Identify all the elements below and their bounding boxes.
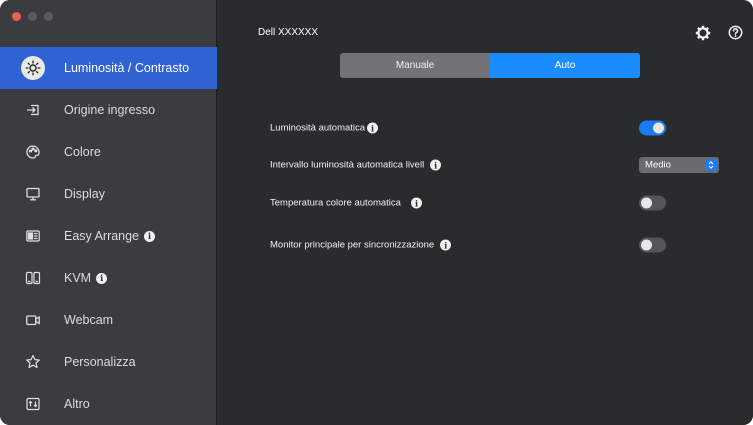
sidebar-item-label-group: KVM i xyxy=(64,271,108,285)
display-icon xyxy=(24,185,42,203)
select-value: Medio xyxy=(645,159,671,171)
toggle-knob xyxy=(653,122,664,134)
sidebar-item-brightness-contrast[interactable]: Luminosità / Contrasto xyxy=(0,47,217,89)
auto-brightness-label: Luminosità automatica xyxy=(270,122,366,134)
sidebar-item-label: Personalizza xyxy=(64,355,136,369)
auto-mode-button[interactable]: Auto xyxy=(490,53,640,78)
auto-color-temp-label-group: Temperatura colore automatica i xyxy=(270,197,422,209)
help-icon[interactable] xyxy=(728,25,743,40)
star-icon xyxy=(24,353,42,371)
sidebar-item-personalize[interactable]: Personalizza xyxy=(0,341,217,383)
auto-brightness-range-row: Intervallo luminosità automatica livell … xyxy=(270,155,720,175)
sidebar-item-input-source[interactable]: Origine ingresso xyxy=(0,89,217,131)
toggle-knob xyxy=(641,197,652,209)
main-panel: Dell XXXXXX Manuale Auto Luminosità auto… xyxy=(218,0,753,425)
sidebar-item-label: Display xyxy=(64,187,105,201)
auto-brightness-row: Luminosità automatica i xyxy=(270,118,720,138)
window-title: Dell XXXXXX xyxy=(258,27,319,38)
sidebar-item-label: Luminosità / Contrasto xyxy=(64,61,190,75)
primary-monitor-sync-toggle[interactable] xyxy=(639,237,666,253)
sidebar-item-easy-arrange[interactable]: Easy Arrange i xyxy=(0,215,217,257)
sidebar-item-other[interactable]: Altro xyxy=(0,383,217,425)
color-palette-icon xyxy=(24,143,42,161)
info-icon[interactable]: i xyxy=(440,239,452,251)
sidebar-item-label-group: Easy Arrange i xyxy=(64,229,156,243)
gear-icon[interactable] xyxy=(695,25,711,41)
sidebar-item-label: Altro xyxy=(64,397,90,411)
sidebar: Luminosità / Contrasto Origine ingresso xyxy=(0,0,217,425)
auto-brightness-label-group: Luminosità automatica i xyxy=(270,122,379,134)
sidebar-item-webcam[interactable]: Webcam xyxy=(0,299,217,341)
sidebar-item-label: Origine ingresso xyxy=(64,103,156,117)
other-icon xyxy=(24,395,42,413)
sidebar-item-display[interactable]: Display xyxy=(0,173,217,215)
easy-arrange-icon xyxy=(24,227,42,245)
sidebar-item-kvm[interactable]: KVM i xyxy=(0,257,217,299)
auto-brightness-toggle[interactable] xyxy=(639,120,666,136)
auto-brightness-range-label: Intervallo luminosità automatica livell xyxy=(270,159,425,171)
brightness-icon xyxy=(21,56,45,80)
minimize-window-button[interactable] xyxy=(28,12,37,21)
sidebar-item-label: Easy Arrange xyxy=(64,229,140,243)
auto-color-temp-label: Temperatura colore automatica xyxy=(270,197,401,209)
toggle-knob xyxy=(641,239,652,251)
info-icon[interactable]: i xyxy=(430,159,442,171)
primary-monitor-sync-label: Monitor principale per sincronizzazione xyxy=(270,239,435,251)
info-icon[interactable]: i xyxy=(410,197,422,209)
info-icon[interactable]: i xyxy=(367,122,379,134)
primary-monitor-sync-label-group: Monitor principale per sincronizzazione … xyxy=(270,239,452,251)
auto-brightness-range-select[interactable]: Medio xyxy=(639,157,719,173)
auto-color-temp-row: Temperatura colore automatica i xyxy=(270,193,720,213)
kvm-icon xyxy=(24,269,42,287)
input-source-icon xyxy=(24,101,42,119)
sidebar-item-label: Colore xyxy=(64,145,101,159)
sidebar-item-color[interactable]: Colore xyxy=(0,131,217,173)
primary-monitor-sync-row: Monitor principale per sincronizzazione … xyxy=(270,235,720,255)
app-window: Luminosità / Contrasto Origine ingresso xyxy=(0,0,753,425)
close-window-button[interactable] xyxy=(12,12,21,21)
mode-segmented-control: Manuale Auto xyxy=(340,53,640,78)
info-icon[interactable]: i xyxy=(144,230,156,242)
zoom-window-button[interactable] xyxy=(44,12,53,21)
sidebar-item-label: Webcam xyxy=(64,313,114,327)
auto-brightness-range-label-group: Intervallo luminosità automatica livell … xyxy=(270,159,442,171)
window-controls xyxy=(12,12,53,21)
manual-mode-button[interactable]: Manuale xyxy=(340,53,490,78)
auto-color-temp-toggle[interactable] xyxy=(639,195,666,211)
sidebar-item-label: KVM xyxy=(64,271,92,285)
sidebar-nav: Luminosità / Contrasto Origine ingresso xyxy=(0,47,217,425)
webcam-icon xyxy=(24,311,42,329)
chevron-up-down-icon xyxy=(705,159,717,171)
info-icon[interactable]: i xyxy=(96,272,108,284)
